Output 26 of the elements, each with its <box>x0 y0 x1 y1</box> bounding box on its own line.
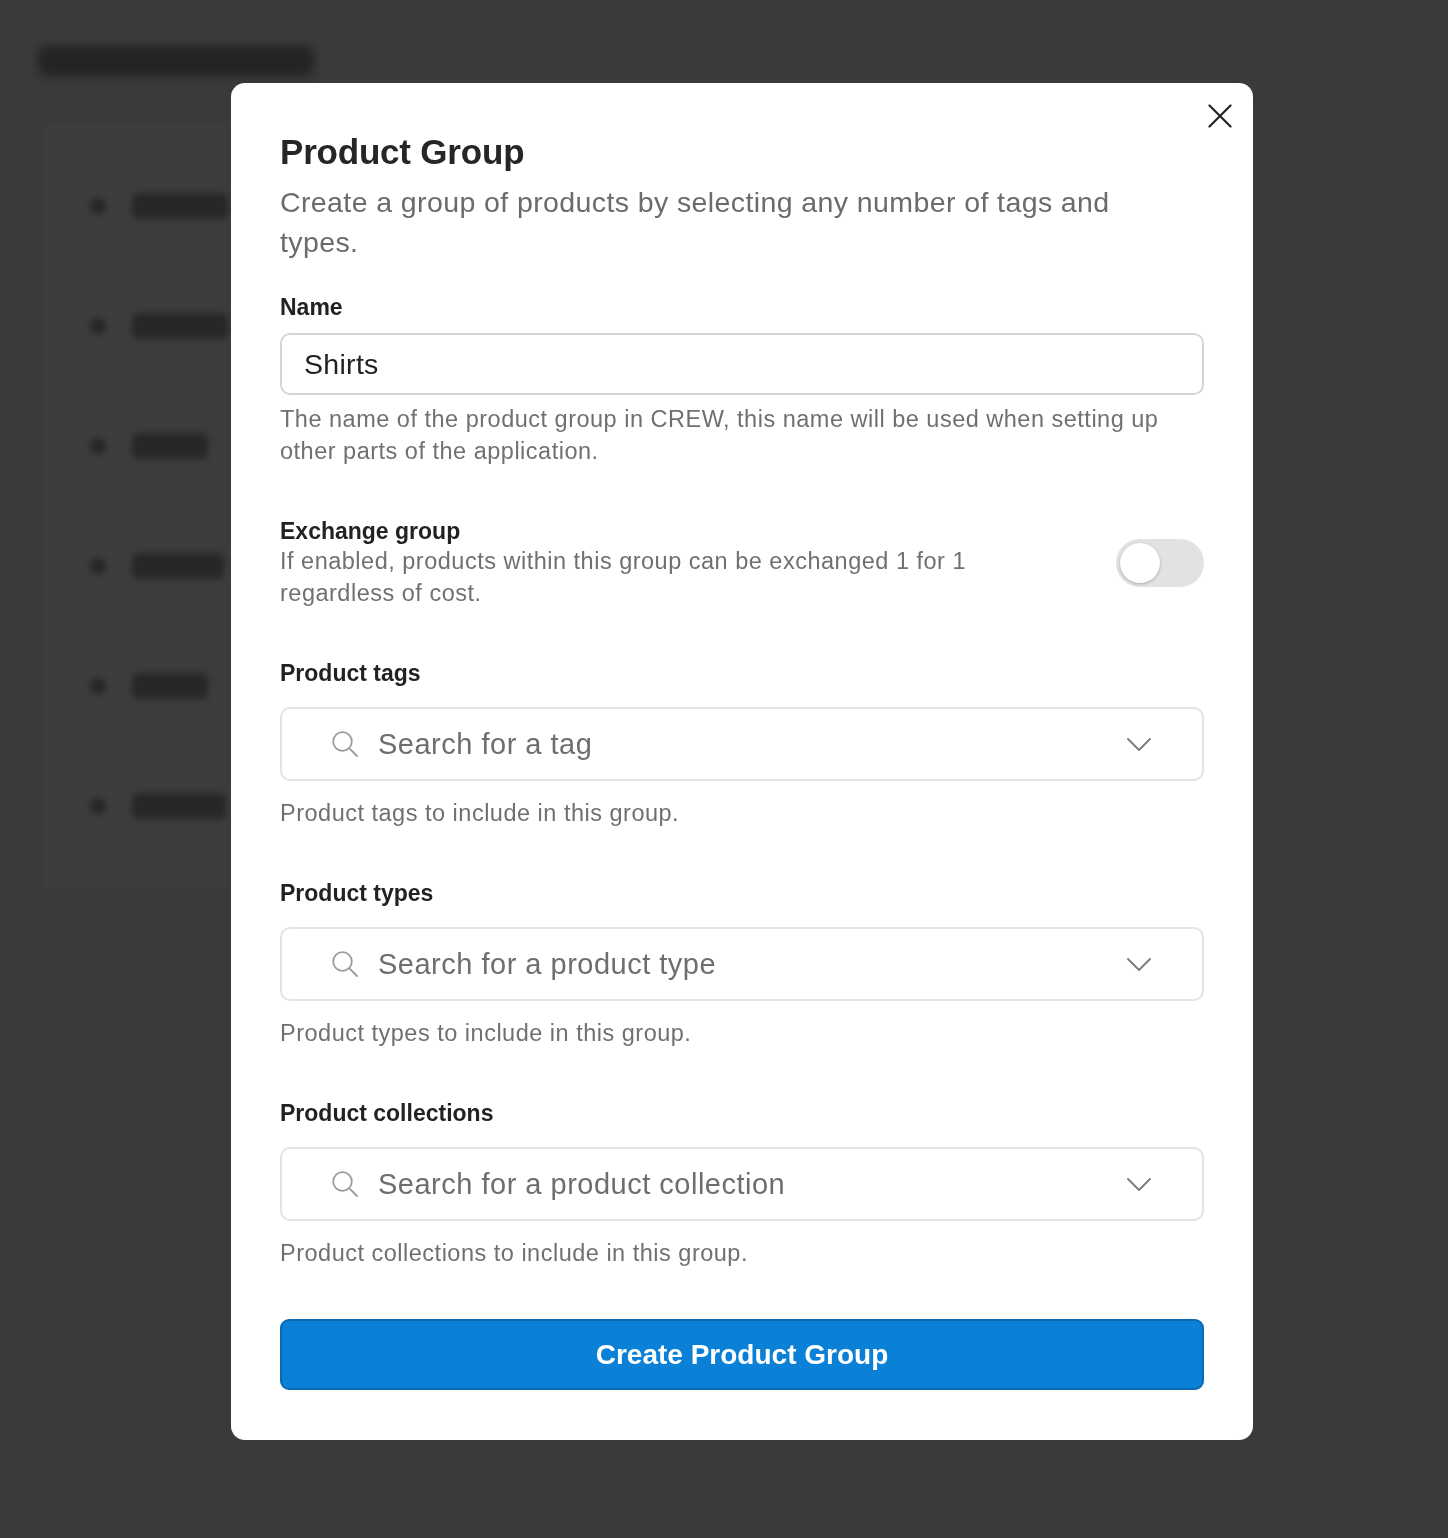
search-select[interactable]: Search for a product type <box>280 927 1204 1001</box>
field-description: If enabled, products within this group can be exchanged 1 for 1 regardless of cost. <box>280 547 967 608</box>
close-button[interactable] <box>1207 103 1233 129</box>
close-icon <box>1208 104 1232 128</box>
chevron-down-icon <box>1127 957 1151 971</box>
help-text: Product types to include in this group. <box>280 1019 693 1048</box>
help-text: Product tags to include in this group. <box>280 799 681 828</box>
help-text: The name of the product group in CREW, this name will be used when setting up other parts of the application. <box>280 405 1160 466</box>
help-text: Product collections to include in this group. <box>280 1239 749 1268</box>
field-label: Product tags <box>280 659 422 687</box>
search-select[interactable]: Search for a product collection <box>280 1147 1204 1221</box>
dialog-subtitle: Create a group of products by selecting any number of tags and types. <box>280 185 1111 260</box>
field-label: Product types <box>280 879 435 907</box>
chevron-down-icon <box>1127 1177 1151 1191</box>
search-icon <box>332 731 358 757</box>
field-label: Product collections <box>280 1099 495 1127</box>
toggle-switch[interactable] <box>1116 539 1204 587</box>
submit-button[interactable]: Create Product Group <box>280 1319 1204 1390</box>
search-icon <box>332 1171 358 1197</box>
dialog-title: Product Group <box>280 131 526 173</box>
field-label: Exchange group <box>280 517 462 545</box>
name-input[interactable]: Shirts <box>280 333 1204 395</box>
field-label: Name <box>280 293 344 321</box>
search-icon <box>332 951 358 977</box>
chevron-down-icon <box>1127 737 1151 751</box>
search-select[interactable]: Search for a tag <box>280 707 1204 781</box>
